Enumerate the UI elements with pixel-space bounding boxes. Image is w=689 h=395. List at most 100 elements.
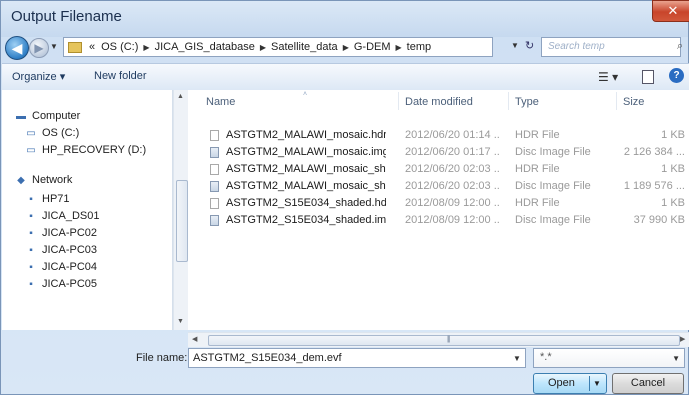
address-bar[interactable]: « OS (C:) ▶ JICA_GIS_database ▶ Satellit… bbox=[63, 37, 493, 57]
sidebar-item-hp71[interactable]: ▪ HP71 bbox=[24, 193, 69, 205]
cancel-button[interactable]: Cancel bbox=[612, 373, 684, 394]
table-row[interactable]: ASTGTM2_MALAWI_mosaic_shade... 2012/06/2… bbox=[188, 161, 689, 178]
sidebar-item-label: Computer bbox=[32, 110, 81, 122]
disc-image-icon bbox=[210, 181, 219, 192]
search-input[interactable]: Search temp bbox=[541, 37, 681, 57]
dialog-window: Output Filename ✕ ◀ ▶ ▼ « OS (C:) ▶ JICA… bbox=[0, 0, 689, 395]
help-icon[interactable]: ? bbox=[669, 68, 684, 83]
view-options-icon[interactable]: ☰ ▾ bbox=[598, 70, 618, 84]
sidebar-item-computer[interactable]: ▬ Computer bbox=[14, 110, 80, 122]
file-date: 2012/06/20 01:14 ... bbox=[405, 129, 500, 141]
recent-locations-dropdown[interactable]: ▼ bbox=[50, 42, 58, 51]
table-row[interactable]: ASTGTM2_MALAWI_mosaic_shade... 2012/06/2… bbox=[188, 178, 689, 195]
drive-icon: ▭ bbox=[26, 144, 36, 156]
table-row[interactable]: ASTGTM2_MALAWI_mosaic.img 2012/06/20 01:… bbox=[188, 144, 689, 161]
breadcrumb-temp[interactable]: temp bbox=[404, 41, 434, 53]
file-date: 2012/08/09 12:00 ... bbox=[405, 197, 500, 209]
horizontal-scrollbar[interactable]: ◀ ||| ▶ bbox=[188, 332, 689, 347]
sort-indicator-icon: ˄ bbox=[303, 91, 308, 98]
file-name-input[interactable]: ASTGTM2_S15E034_dem.evf bbox=[188, 348, 526, 368]
scroll-right-icon[interactable]: ▶ bbox=[680, 335, 685, 343]
column-divider[interactable] bbox=[616, 92, 617, 110]
chevron-down-icon[interactable]: ▼ bbox=[511, 41, 519, 50]
scrollbar-thumb[interactable]: ||| bbox=[208, 335, 680, 346]
column-header-size[interactable]: Size bbox=[623, 96, 644, 108]
scroll-down-icon[interactable]: ▼ bbox=[177, 318, 184, 325]
column-divider[interactable] bbox=[398, 92, 399, 110]
navigation-pane: ▬ Computer ▭ OS (C:) ▭ HP_RECOVERY (D:) … bbox=[2, 90, 173, 330]
sidebar-item-label: JICA-PC05 bbox=[42, 278, 98, 290]
file-type: HDR File bbox=[515, 197, 560, 209]
column-header-date[interactable]: Date modified bbox=[405, 96, 473, 108]
sidebar-item-jica-pc05[interactable]: ▪ JICA-PC05 bbox=[24, 278, 97, 290]
file-name: ASTGTM2_S15E034_shaded.img bbox=[226, 214, 386, 226]
breadcrumb-overflow[interactable]: « bbox=[86, 41, 98, 53]
chevron-right-icon[interactable]: ▶ bbox=[341, 43, 351, 52]
sidebar-item-label: JICA-PC03 bbox=[42, 244, 98, 256]
column-header-name[interactable]: Name bbox=[206, 96, 235, 108]
refresh-icon[interactable]: ↻ bbox=[525, 39, 534, 52]
column-divider[interactable] bbox=[508, 92, 509, 110]
sidebar-item-jica-pc02[interactable]: ▪ JICA-PC02 bbox=[24, 227, 97, 239]
sidebar-item-jica-pc04[interactable]: ▪ JICA-PC04 bbox=[24, 261, 97, 273]
file-icon bbox=[210, 164, 219, 175]
chevron-down-icon[interactable]: ▼ bbox=[589, 376, 604, 391]
back-button[interactable]: ◀ bbox=[5, 36, 29, 60]
file-type: Disc Image File bbox=[515, 146, 591, 158]
sidebar-item-label: Network bbox=[32, 174, 73, 186]
scrollbar-thumb[interactable] bbox=[176, 180, 188, 262]
computer-icon: ▪ bbox=[29, 210, 33, 222]
chevron-down-icon[interactable]: ▼ bbox=[513, 354, 521, 363]
disc-image-icon bbox=[210, 147, 219, 158]
computer-icon: ▬ bbox=[16, 110, 26, 122]
sidebar-item-hp-recovery[interactable]: ▭ HP_RECOVERY (D:) bbox=[24, 144, 146, 156]
scroll-left-icon[interactable]: ◀ bbox=[192, 335, 197, 343]
folder-icon bbox=[68, 41, 82, 53]
title-bar: Output Filename ✕ bbox=[1, 0, 689, 35]
computer-icon: ▪ bbox=[29, 261, 33, 273]
scroll-up-icon[interactable]: ▲ bbox=[177, 93, 184, 100]
file-name-label: File name: bbox=[136, 352, 188, 364]
grip-icon: ||| bbox=[447, 336, 451, 343]
file-size: 1 KB bbox=[661, 129, 685, 141]
file-name: ASTGTM2_MALAWI_mosaic_shade... bbox=[226, 180, 386, 192]
chevron-right-icon[interactable]: ▶ bbox=[258, 43, 268, 52]
computer-icon: ▪ bbox=[29, 227, 33, 239]
file-name: ASTGTM2_MALAWI_mosaic.img bbox=[226, 146, 386, 158]
sidebar-item-label: HP_RECOVERY (D:) bbox=[42, 144, 147, 156]
file-type: HDR File bbox=[515, 163, 560, 175]
column-header-type[interactable]: Type bbox=[515, 96, 539, 108]
sidebar-item-jica-pc03[interactable]: ▪ JICA-PC03 bbox=[24, 244, 97, 256]
table-row[interactable]: ASTGTM2_S15E034_shaded.img 2012/08/09 12… bbox=[188, 212, 689, 229]
preview-pane-icon[interactable] bbox=[642, 70, 654, 84]
organize-menu[interactable]: Organize ▾ bbox=[12, 70, 65, 83]
breadcrumb-os-c[interactable]: OS (C:) bbox=[98, 41, 141, 53]
new-folder-button[interactable]: New folder bbox=[94, 70, 147, 82]
breadcrumb-g-dem[interactable]: G-DEM bbox=[351, 41, 394, 53]
sidebar-item-os-c[interactable]: ▭ OS (C:) bbox=[24, 127, 79, 139]
search-icon[interactable]: ⌕ bbox=[677, 40, 689, 53]
open-button[interactable]: Open ▼ bbox=[533, 373, 607, 394]
navigation-bar: ◀ ▶ ▼ « OS (C:) ▶ JICA_GIS_database ▶ Sa… bbox=[1, 35, 688, 61]
chevron-right-icon[interactable]: ▶ bbox=[394, 43, 404, 52]
file-list: ˄ Name Date modified Type Size ASTGTM2_M… bbox=[188, 90, 689, 330]
navigation-scrollbar[interactable]: ▲ ▼ bbox=[173, 90, 188, 330]
sidebar-item-network[interactable]: ◆ Network bbox=[14, 174, 72, 186]
chevron-right-icon[interactable]: ▶ bbox=[141, 43, 151, 52]
sidebar-item-label: JICA-PC04 bbox=[42, 261, 98, 273]
table-row[interactable]: ASTGTM2_MALAWI_mosaic.hdr 2012/06/20 01:… bbox=[188, 127, 689, 144]
breadcrumb-satellite-data[interactable]: Satellite_data bbox=[268, 41, 341, 53]
computer-icon: ▪ bbox=[29, 244, 33, 256]
close-button[interactable]: ✕ bbox=[652, 0, 689, 22]
breadcrumb-jica-gis-database[interactable]: JICA_GIS_database bbox=[152, 41, 258, 53]
computer-icon: ▪ bbox=[29, 278, 33, 290]
file-size: 2 126 384 ... bbox=[623, 146, 685, 158]
table-row[interactable]: ASTGTM2_S15E034_shaded.hdr 2012/08/09 12… bbox=[188, 195, 689, 212]
file-date: 2012/08/09 12:00 ... bbox=[405, 214, 500, 226]
chevron-down-icon[interactable]: ▼ bbox=[672, 354, 680, 363]
sidebar-item-jica-ds01[interactable]: ▪ JICA_DS01 bbox=[24, 210, 99, 222]
sidebar-item-label: JICA_DS01 bbox=[42, 210, 100, 222]
forward-button[interactable]: ▶ bbox=[29, 38, 49, 58]
file-icon bbox=[210, 130, 219, 141]
file-type-filter[interactable]: *.* ▼ bbox=[533, 348, 685, 368]
